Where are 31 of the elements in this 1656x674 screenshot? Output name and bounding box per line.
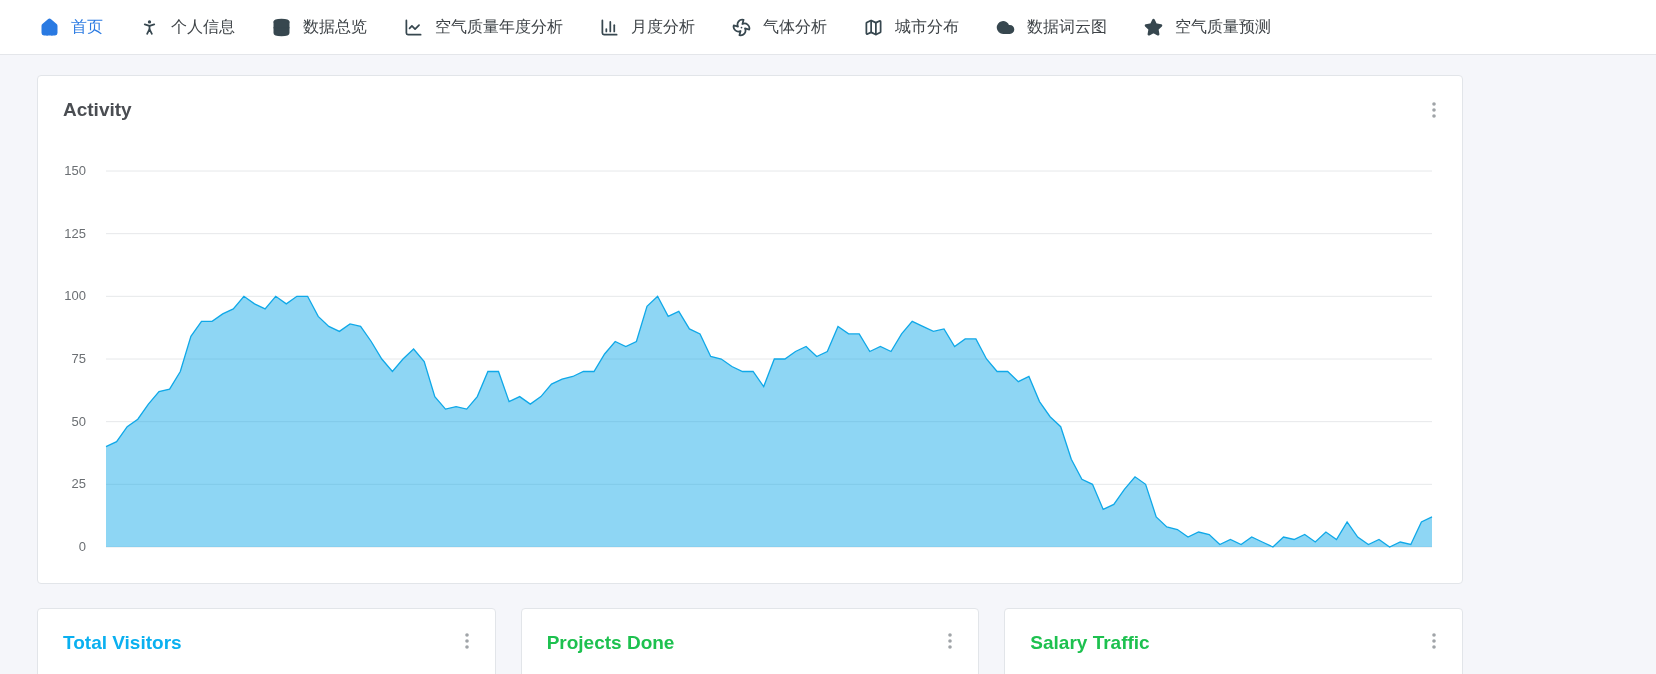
nav-link[interactable]: 城市分布 [864, 15, 959, 39]
axis-label: 150 [64, 162, 86, 178]
nav-link[interactable]: 数据词云图 [996, 15, 1107, 39]
more-icon[interactable] [1432, 632, 1436, 649]
more-icon[interactable] [464, 632, 469, 649]
star-icon [1144, 17, 1163, 37]
card-title: Activity [63, 98, 132, 122]
nav-link[interactable]: 个人信息 [140, 15, 235, 39]
nav-link[interactable]: 空气质量预测 [1144, 15, 1271, 39]
card-title: Total Visitors [63, 630, 182, 655]
fan-icon [732, 17, 751, 37]
axis-label: 125 [64, 225, 86, 241]
axis-label: 75 [71, 350, 86, 366]
axis-label: 50 [71, 413, 86, 429]
home-icon [40, 17, 59, 37]
bar-chart-icon [600, 17, 619, 37]
nav-link[interactable]: 月度分析 [600, 15, 695, 39]
card-title: Projects Done [546, 630, 675, 655]
more-icon[interactable] [1432, 102, 1436, 119]
database-icon [272, 17, 291, 37]
more-icon[interactable] [948, 632, 953, 649]
map-icon [864, 17, 883, 37]
card-title: Salary Traffic [1030, 630, 1150, 655]
nav-link[interactable]: 数据总览 [272, 15, 367, 39]
nav-link[interactable]: 首页 [40, 15, 103, 39]
axis-label: 25 [71, 475, 86, 491]
nav-link[interactable]: 气体分析 [732, 15, 827, 39]
axis-label: 0 [78, 538, 86, 554]
nav-link[interactable]: 空气质量年度分析 [404, 15, 563, 39]
axis-label: 100 [64, 287, 86, 303]
line-chart-icon [404, 17, 423, 37]
